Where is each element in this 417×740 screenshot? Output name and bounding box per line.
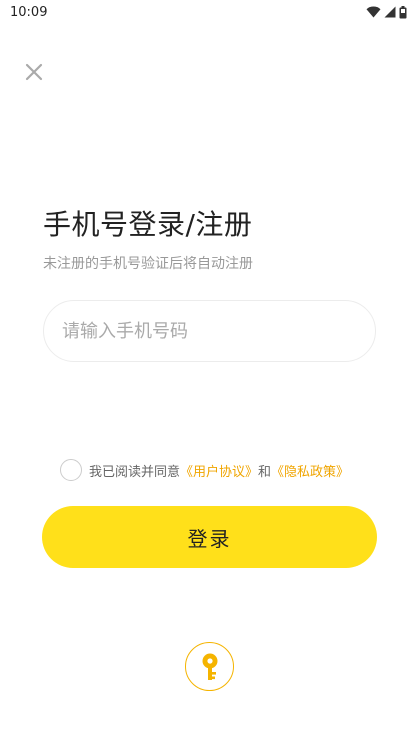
page-title: 手机号登录/注册 <box>43 208 253 241</box>
status-icons <box>366 5 407 19</box>
user-agreement-link[interactable]: 《用户协议》 <box>180 461 258 480</box>
signal-icon <box>384 6 396 18</box>
agreement-checkbox[interactable] <box>60 459 82 481</box>
agreement-and: 和 <box>258 464 272 480</box>
key-icon <box>202 653 217 680</box>
phone-input[interactable] <box>62 320 357 342</box>
key-login-button[interactable] <box>185 642 234 691</box>
login-screen: 10:09 手机号登录/注册 未注册的手机号验证后将自动注册 我已阅读并同意 《… <box>0 0 417 740</box>
page-subtitle: 未注册的手机号验证后将自动注册 <box>43 256 253 272</box>
login-button[interactable]: 登录 <box>42 506 377 568</box>
close-icon <box>25 63 43 81</box>
agreement-prefix: 我已阅读并同意 <box>89 464 181 480</box>
status-bar: 10:09 <box>0 0 417 24</box>
agreement-row: 我已阅读并同意 《用户协议》 和 《隐私政策》 <box>60 459 349 481</box>
wifi-icon <box>366 6 381 18</box>
battery-icon <box>399 5 407 18</box>
phone-input-container <box>43 300 376 362</box>
status-time: 10:09 <box>10 4 48 20</box>
privacy-policy-link[interactable]: 《隐私政策》 <box>271 461 349 480</box>
close-button[interactable] <box>22 60 46 84</box>
